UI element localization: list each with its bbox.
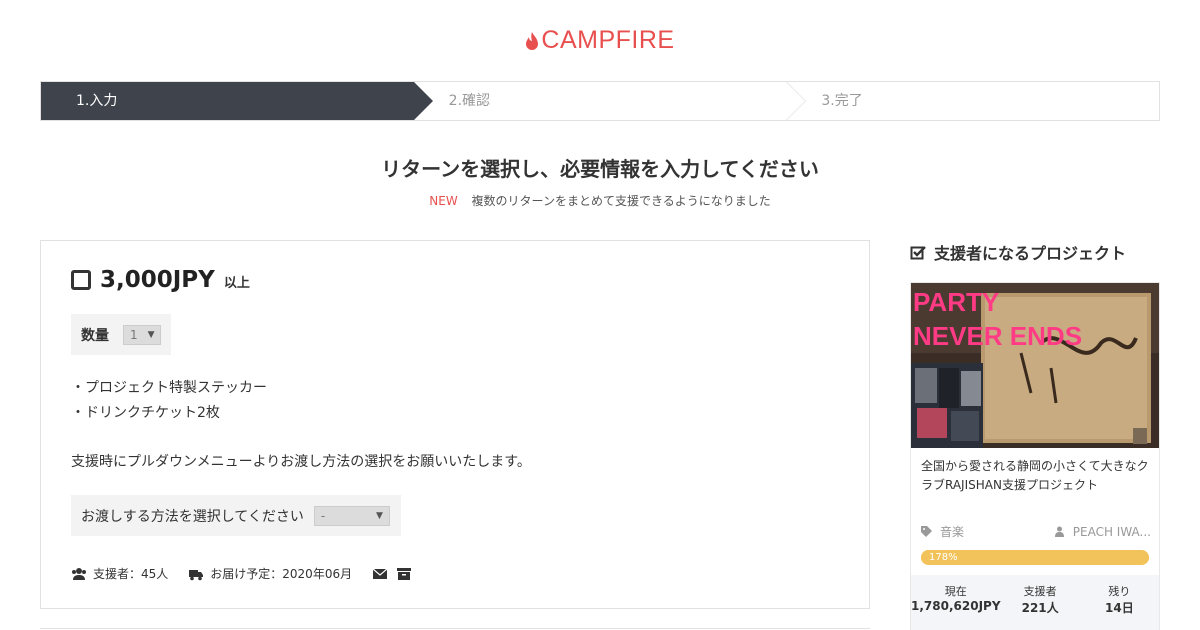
reward-price: 3,000JPY	[100, 267, 215, 293]
project-meta: 音楽 PEACH IWA...	[921, 523, 1151, 540]
backers-count: 支援者：45人	[93, 567, 169, 581]
reward-item: ・プロジェクト特製ステッカー	[71, 380, 267, 396]
brand-name: CAMPFIRE	[541, 26, 675, 54]
step-label: 1.入力	[76, 93, 118, 109]
image-text-line2: NEVER ENDS	[913, 321, 1082, 351]
envelope-icon	[372, 568, 388, 579]
price-suffix: 以上	[223, 276, 250, 291]
quantity-value: 1	[130, 327, 138, 342]
caret-down-icon: ▼	[375, 510, 383, 521]
reward-item: ・ドリンクチケット2枚	[71, 405, 220, 421]
stat-label: 支援者	[1023, 585, 1057, 598]
owner-name: PEACH IWA...	[1072, 524, 1151, 539]
page-title: リターンを選択し、必要情報を入力してください	[381, 157, 819, 181]
step-complete: 3.完了	[786, 82, 1159, 120]
caret-down-icon: ▼	[147, 329, 155, 340]
sidebar-title-text: 支援者になるプロジェクト	[934, 244, 1127, 263]
project-image[interactable]: PARTY NEVER ENDS	[911, 283, 1159, 448]
stat-value: 14日	[1105, 601, 1134, 615]
notice-text: 複数のリターンをまとめて支援できるようになりました	[471, 194, 771, 208]
reward-meta: 支援者：45人 お届け予定：2020年06月	[71, 565, 418, 582]
stat-value: 221人	[1021, 601, 1059, 615]
delivery-method-value: -	[320, 508, 326, 523]
reward-card[interactable]: 3,000JPY 以上 数量 1 ▼ ・プロジェクト特製ステッカー ・ドリンクチ…	[40, 240, 870, 609]
funding-progress-bar: 178%	[921, 550, 1149, 565]
delivery-schedule: お届け予定：2020年06月	[210, 567, 353, 581]
quantity-select[interactable]: 1 ▼	[123, 324, 161, 345]
project-owner[interactable]: PEACH IWA...	[1054, 523, 1151, 540]
archive-icon	[397, 567, 412, 580]
category-label: 音楽	[940, 525, 965, 539]
delivery-method-select[interactable]: - ▼	[313, 505, 390, 526]
reward-checkbox[interactable]	[71, 270, 91, 290]
stat-label: 現在	[944, 585, 967, 598]
users-icon	[72, 567, 86, 580]
reward-price-row[interactable]: 3,000JPY 以上	[71, 267, 250, 293]
step-divider-inner	[786, 82, 806, 120]
stat-backers: 支援者 221人	[1001, 575, 1080, 630]
project-card[interactable]: PARTY NEVER ENDS 全国から愛される静岡の小さくて大きなクラブRA…	[910, 282, 1160, 630]
image-text-line1: PARTY	[913, 287, 999, 317]
step-arrow	[413, 82, 433, 120]
project-category[interactable]: 音楽	[921, 523, 964, 540]
notice: NEW 複数のリターンをまとめて支援できるようになりました	[0, 192, 1200, 209]
sidebar-title: 支援者になるプロジェクト	[910, 240, 1126, 264]
progress-steps: 1.入力 2.確認 3.完了	[40, 81, 1160, 121]
check-square-icon	[910, 245, 926, 259]
step-input: 1.入力	[41, 82, 433, 120]
new-badge: NEW	[429, 194, 458, 208]
step-confirm: 2.確認	[414, 81, 807, 121]
project-title[interactable]: 全国から愛される静岡の小さくて大きなクラブRAJISHAN支援プロジェクト	[921, 457, 1151, 495]
stat-current: 現在 1,780,620JPY	[911, 575, 1001, 630]
user-icon	[1054, 526, 1064, 537]
stat-value: 1,780,620JPY	[911, 599, 1001, 613]
stat-remaining: 残り 14日	[1080, 575, 1159, 630]
quantity-box: 数量 1 ▼	[71, 314, 171, 355]
reward-instruction: 支援時にプルダウンメニューよりお渡し方法の選択をお願いいたします。	[71, 454, 531, 470]
quantity-label: 数量	[81, 327, 109, 344]
project-stats: 現在 1,780,620JPY 支援者 221人 残り 14日	[911, 575, 1159, 630]
tag-icon	[921, 526, 932, 537]
campfire-logo[interactable]: CAMPFIRE	[0, 26, 1200, 55]
truck-icon	[189, 569, 204, 580]
reward-items: ・プロジェクト特製ステッカー ・ドリンクチケット2枚	[71, 376, 267, 426]
funding-progress-label: 178%	[929, 552, 958, 563]
stat-label: 残り	[1108, 585, 1131, 598]
step-label: 3.完了	[821, 93, 863, 109]
delivery-method-label: お渡しする方法を選択してください	[81, 508, 304, 525]
flame-icon	[526, 31, 539, 50]
delivery-method-box: お渡しする方法を選択してください - ▼	[71, 495, 401, 536]
step-label: 2.確認	[448, 93, 491, 109]
